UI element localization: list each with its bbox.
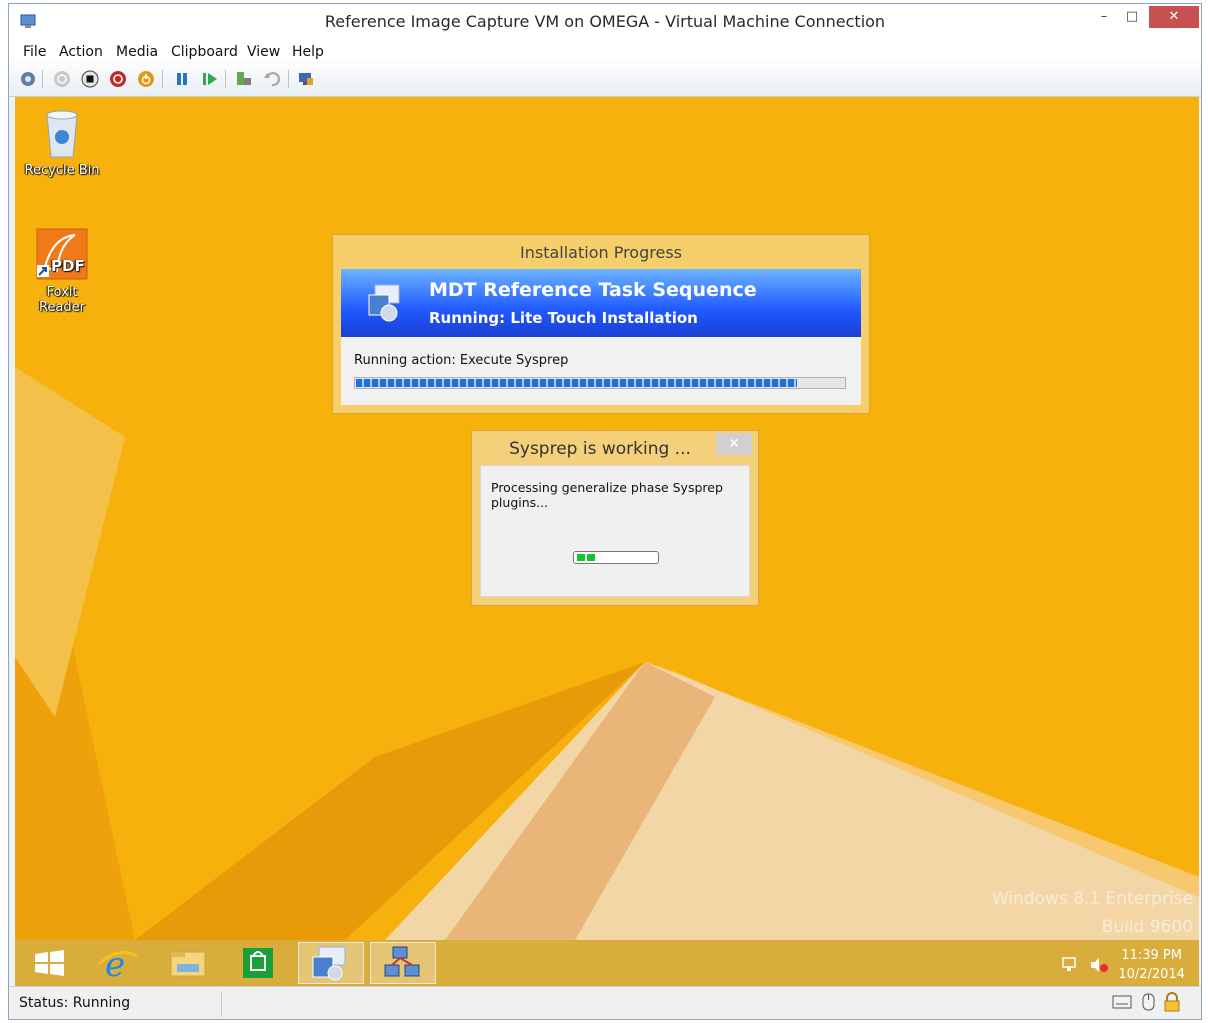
toolbar [9,62,1201,97]
taskbar-start-button[interactable] [17,942,83,984]
clock-time: 11:39 PM [1121,948,1182,963]
taskbar-mdt-task-sequence[interactable] [298,942,364,984]
dialog-title: Installation Progress [520,243,682,262]
sysprep-progress-marquee [577,554,597,561]
lock-status-icon [1164,992,1180,1012]
menu-media[interactable]: Media [116,44,158,60]
internet-explorer-icon: e [97,945,138,985]
installation-dialog-body: Running action: Execute Sysprep [341,337,861,405]
pdf-icon: PDF [36,228,88,280]
checkpoint-icon[interactable] [235,70,253,88]
keyboard-status-icon [1112,995,1132,1009]
title-bar: Reference Image Capture VM on OMEGA - Vi… [9,4,1201,40]
desktop-icon-label: Recycle Bin [24,163,100,178]
sysprep-progress-bar [573,551,659,564]
menu-bar: File Action Media Clipboard View Help [9,40,1201,62]
desktop-icon-label: Foxit Reader [38,285,85,315]
svg-text:e: e [105,945,125,984]
installation-progress-bar [354,377,846,389]
volume-muted-icon[interactable] [1089,956,1109,974]
mdt-task-sequence-icon [312,946,346,981]
installation-progress-fill [356,379,797,387]
window-title: Reference Image Capture VM on OMEGA - Vi… [324,12,886,31]
start-icon[interactable] [53,70,71,88]
network-app-icon [384,946,420,977]
file-explorer-icon [170,951,206,977]
taskbar-file-explorer[interactable] [155,942,221,984]
task-sequence-banner: MDT Reference Task Sequence Running: Lit… [341,269,861,337]
windows-logo-icon [35,950,64,976]
vm-desktop[interactable]: Recycle Bin PDF Foxit Reader Installatio… [15,97,1199,940]
network-tray-icon[interactable] [1061,956,1081,974]
turn-off-icon[interactable] [81,70,99,88]
sysprep-title: Sysprep is working ... [509,439,691,459]
menu-file[interactable]: File [23,44,46,60]
taskbar-clock[interactable]: 11:39 PM 10/2/2014 [1118,946,1185,984]
recycle-bin-icon [46,110,78,158]
sysprep-close-button[interactable]: ✕ [716,433,752,455]
sysprep-message: Processing generalize phase Sysprep plug… [491,480,723,510]
revert-icon[interactable] [263,70,281,88]
toolbar-separator [225,70,226,88]
toolbar-separator [288,70,289,88]
svg-text:PDF: PDF [51,257,85,275]
os-watermark-edition: Windows 8.1 Enterprise [991,889,1193,909]
ctrl-alt-del-icon[interactable] [19,70,37,88]
current-action-text: Running action: Execute Sysprep [354,353,569,368]
task-sequence-heading: MDT Reference Task Sequence [429,279,757,301]
installation-progress-dialog[interactable]: Installation Progress MDT Reference Task… [332,234,870,414]
sysprep-dialog[interactable]: Sysprep is working ... ✕ Processing gene… [471,430,759,606]
store-icon [243,948,273,978]
toolbar-separator [42,70,43,88]
mdt-task-sequence-icon [368,284,400,322]
os-watermark-build: Build 9600 [1101,917,1193,937]
save-icon[interactable] [137,70,155,88]
reset-icon[interactable] [201,70,219,88]
vm-connection-window: Reference Image Capture VM on OMEGA - Vi… [8,3,1202,1020]
sysprep-body: Processing generalize phase Sysprep plug… [480,465,750,597]
desktop-icon-recycle-bin[interactable]: Recycle Bin [22,107,102,178]
status-bar: Status: Running [9,986,1201,1019]
vm-status-text: Status: Running [19,995,131,1011]
pause-icon[interactable] [173,70,191,88]
enhanced-session-icon[interactable] [297,70,315,88]
menu-view[interactable]: View [247,44,280,60]
task-sequence-subheading: Running: Lite Touch Installation [429,309,698,327]
menu-help[interactable]: Help [292,44,324,60]
menu-action[interactable]: Action [59,44,103,60]
clock-date: 10/2/2014 [1118,967,1185,982]
close-button[interactable]: ✕ [1149,6,1199,28]
shut-down-icon[interactable] [109,70,127,88]
mouse-status-icon [1142,993,1155,1011]
taskbar: e 11:39 PM 10/2/2014 [15,940,1199,986]
menu-clipboard[interactable]: Clipboard [171,44,238,60]
maximize-button[interactable]: □ [1119,6,1145,28]
minimize-button[interactable]: – [1091,6,1117,28]
status-divider [221,991,222,1017]
taskbar-internet-explorer[interactable]: e [85,942,151,985]
taskbar-network-app[interactable] [370,942,436,984]
taskbar-store[interactable] [225,942,291,984]
toolbar-separator [162,70,163,88]
desktop-icon-foxit-reader[interactable]: PDF Foxit Reader [22,227,102,315]
